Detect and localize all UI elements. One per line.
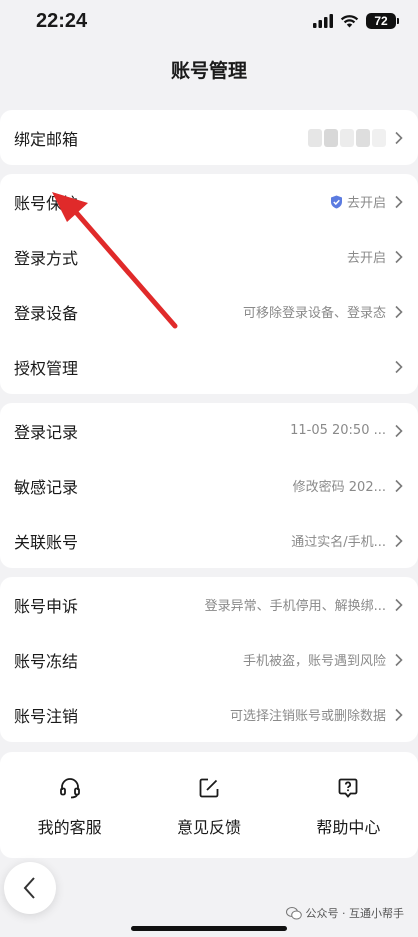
- status-bar: 22:24 72: [0, 0, 418, 48]
- row-label: 登录设备: [14, 303, 79, 323]
- quick-action-label: 帮助中心: [316, 818, 381, 837]
- page-title: 账号管理: [170, 60, 247, 82]
- row-value: 可选择注销账号或删除数据: [229, 709, 386, 724]
- chevron-right-icon: [395, 653, 403, 666]
- customer-service-button[interactable]: 我的客服: [0, 752, 139, 858]
- status-icons: 72: [313, 13, 399, 29]
- chevron-right-icon: [395, 360, 403, 373]
- headset-icon: [59, 778, 80, 799]
- row-value: 去开启: [330, 192, 386, 211]
- appeal-group: 账号申诉 登录异常、手机停用、解换绑... 账号冻结 手机被盗，账号遇到风险 账…: [0, 577, 418, 742]
- home-indicator: [131, 926, 287, 931]
- authorization-management-row[interactable]: 授权管理: [0, 339, 418, 394]
- row-label: 账号注销: [14, 706, 79, 726]
- chevron-right-icon: [395, 305, 403, 318]
- status-time: 22:24: [36, 10, 88, 32]
- bind-email-row[interactable]: 绑定邮箱: [0, 110, 418, 165]
- chevron-right-icon: [395, 598, 403, 611]
- battery-icon: 72: [366, 13, 399, 29]
- watermark: 公众号 · 互通小帮手: [285, 905, 405, 921]
- row-label: 登录记录: [14, 422, 79, 442]
- account-protection-row[interactable]: 账号保护 去开启: [0, 174, 418, 229]
- quick-action-label: 意见反馈: [176, 818, 241, 837]
- back-button[interactable]: [4, 862, 56, 914]
- chevron-right-icon: [395, 479, 403, 492]
- chevron-right-icon: [395, 195, 403, 208]
- help-icon: [338, 778, 358, 798]
- chevron-left-icon: [23, 877, 35, 899]
- wifi-icon: [340, 15, 359, 28]
- row-label: 关联账号: [14, 532, 79, 552]
- row-value: 手机被盗，账号遇到风险: [242, 654, 386, 669]
- chevron-right-icon: [395, 708, 403, 721]
- watermark-text: 公众号 · 互通小帮手: [305, 907, 405, 920]
- row-label: 授权管理: [14, 358, 79, 378]
- chevron-right-icon: [395, 250, 403, 263]
- row-value: 登录异常、手机停用、解换绑...: [204, 599, 386, 614]
- row-value: 11-05 20:50 ...: [290, 423, 386, 438]
- edit-icon: [199, 778, 219, 798]
- chevron-right-icon: [395, 131, 403, 144]
- login-records-row[interactable]: 登录记录 11-05 20:50 ...: [0, 403, 418, 458]
- row-label: 账号保护: [14, 193, 79, 213]
- shield-check-icon: [330, 195, 342, 208]
- signal-icon: [313, 14, 333, 28]
- row-value: 通过实名/手机...: [291, 535, 386, 550]
- row-value: 可移除登录设备、登录态: [242, 306, 386, 321]
- account-cancellation-row[interactable]: 账号注销 可选择注销账号或删除数据: [0, 687, 418, 742]
- row-value: 去开启: [346, 251, 386, 266]
- security-group: 账号保护 去开启 登录方式 去开启 登录设备 可移除登录设备、登录态 授权管理: [0, 174, 418, 394]
- row-label: 账号冻结: [14, 651, 79, 671]
- row-label: 账号申诉: [14, 596, 79, 616]
- account-freeze-row[interactable]: 账号冻结 手机被盗，账号遇到风险: [0, 632, 418, 687]
- row-label: 绑定邮箱: [14, 129, 79, 149]
- login-method-row[interactable]: 登录方式 去开启: [0, 229, 418, 284]
- linked-accounts-row[interactable]: 关联账号 通过实名/手机...: [0, 513, 418, 568]
- row-label: 敏感记录: [14, 477, 79, 497]
- quick-actions-group: 我的客服 意见反馈 帮助中心: [0, 752, 418, 858]
- battery-level: 72: [374, 14, 388, 28]
- row-value-text: 去开启: [346, 196, 386, 211]
- login-devices-row[interactable]: 登录设备 可移除登录设备、登录态: [0, 284, 418, 339]
- email-group: 绑定邮箱: [0, 110, 418, 165]
- sensitive-records-row[interactable]: 敏感记录 修改密码 202...: [0, 458, 418, 513]
- blurred-email-value: [308, 128, 386, 147]
- help-center-button[interactable]: 帮助中心: [279, 752, 418, 858]
- account-appeal-row[interactable]: 账号申诉 登录异常、手机停用、解换绑...: [0, 577, 418, 632]
- feedback-button[interactable]: 意见反馈: [139, 752, 278, 858]
- row-label: 登录方式: [14, 248, 79, 268]
- row-value: 修改密码 202...: [292, 480, 386, 495]
- chevron-right-icon: [395, 534, 403, 547]
- records-group: 登录记录 11-05 20:50 ... 敏感记录 修改密码 202... 关联…: [0, 403, 418, 568]
- quick-action-label: 我的客服: [37, 818, 102, 837]
- chevron-right-icon: [395, 424, 403, 437]
- wechat-icon: [285, 906, 302, 919]
